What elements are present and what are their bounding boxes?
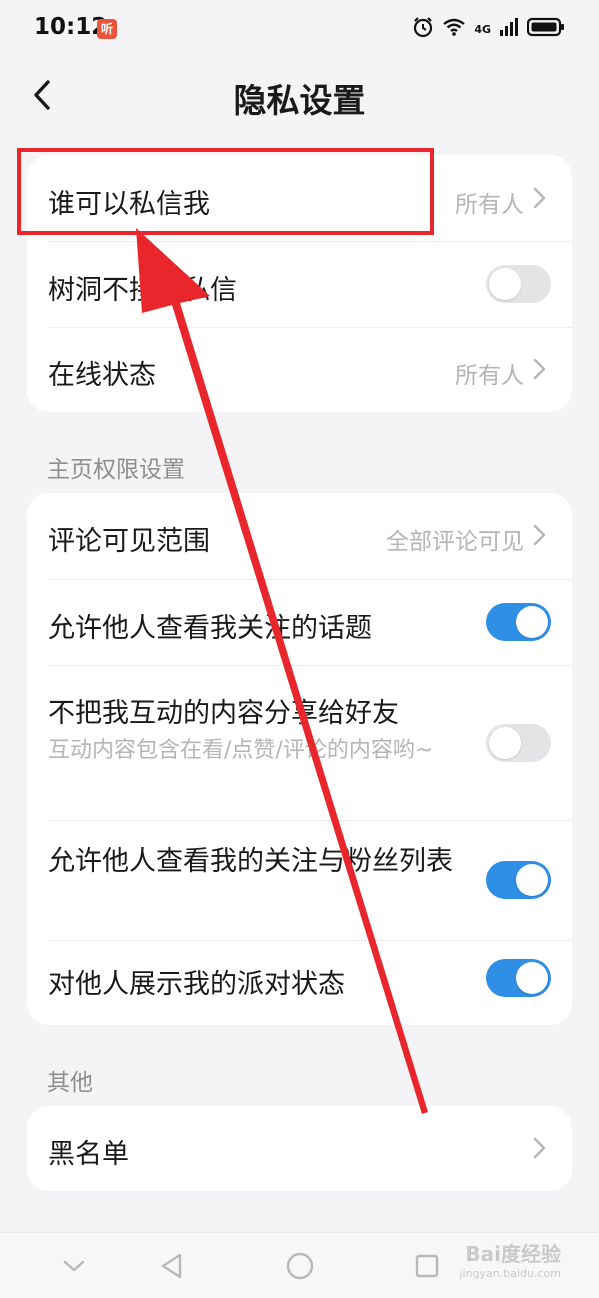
other-settings-card: 黑名单 xyxy=(27,1106,572,1191)
toggle-knob xyxy=(489,268,521,300)
home-circle-icon xyxy=(286,1252,314,1280)
page-title: 隐私设置 xyxy=(233,81,366,120)
back-triangle-icon xyxy=(161,1253,182,1279)
row-share-interactions: 不把我互动的内容分享给好友 互动内容包含在看/点赞/评论的内容哟~ xyxy=(27,665,572,820)
row-label: 允许他人查看我关注的话题 xyxy=(48,613,372,644)
battery-icon xyxy=(526,17,565,41)
row-treehole-messages: 树洞不接受私信 xyxy=(27,241,572,327)
row-followed-topics: 允许他人查看我关注的话题 xyxy=(27,579,572,665)
nav-hide-button[interactable] xyxy=(55,1247,93,1285)
chevron-right-icon xyxy=(533,524,546,546)
followed-topics-toggle[interactable] xyxy=(486,603,551,641)
row-label: 黑名单 xyxy=(48,1139,129,1170)
recents-square-icon xyxy=(415,1254,439,1278)
row-who-can-message[interactable]: 谁可以私信我 所有人 xyxy=(27,155,572,241)
row-comment-visibility[interactable]: 评论可见范围 全部评论可见 xyxy=(27,493,572,579)
status-indicators: 4G xyxy=(412,14,565,44)
chevron-right-icon xyxy=(533,187,546,209)
row-value: 所有人 xyxy=(455,192,524,218)
row-blacklist[interactable]: 黑名单 xyxy=(27,1106,572,1191)
system-nav-bar: Bai度经验 jingyan.baidu.com xyxy=(0,1232,599,1298)
wifi-icon xyxy=(442,17,466,41)
row-label: 对他人展示我的派对状态 xyxy=(48,969,345,1000)
watermark-url: jingyan.baidu.com xyxy=(459,1267,561,1280)
share-interactions-toggle[interactable] xyxy=(486,724,551,762)
homepage-settings-card: 评论可见范围 全部评论可见 允许他人查看我关注的话题 不把我互动的内容分享给好友… xyxy=(27,493,572,1025)
row-follow-lists: 允许他人查看我的关注与粉丝列表 xyxy=(27,820,572,940)
baidu-jingyan-watermark: Bai度经验 jingyan.baidu.com xyxy=(459,1238,561,1280)
network-type: 4G xyxy=(474,22,491,36)
alarm-icon xyxy=(412,16,434,42)
nav-recents-button[interactable] xyxy=(408,1247,446,1285)
signal-icon xyxy=(499,17,519,41)
nav-back-button[interactable] xyxy=(153,1247,191,1285)
status-bar: 10:12 听 4G xyxy=(0,0,599,58)
party-status-toggle[interactable] xyxy=(486,959,551,997)
section-title-homepage: 主页权限设置 xyxy=(47,457,185,483)
follow-lists-toggle[interactable] xyxy=(486,861,551,899)
nav-home-button[interactable] xyxy=(281,1247,319,1285)
row-label: 允许他人查看我的关注与粉丝列表 xyxy=(48,846,453,877)
chevron-right-icon xyxy=(533,358,546,380)
row-label: 树洞不接受私信 xyxy=(48,275,237,306)
row-label: 评论可见范围 xyxy=(48,526,210,557)
row-online-status[interactable]: 在线状态 所有人 xyxy=(27,327,572,412)
toggle-knob xyxy=(516,864,548,896)
row-value: 全部评论可见 xyxy=(386,529,524,555)
treehole-toggle[interactable] xyxy=(486,265,551,303)
toggle-knob xyxy=(516,606,548,638)
messaging-settings-card: 谁可以私信我 所有人 树洞不接受私信 在线状态 所有人 xyxy=(27,155,572,412)
section-title-other: 其他 xyxy=(47,1070,93,1096)
watermark-text: Bai度经验 xyxy=(465,1242,561,1266)
row-party-status: 对他人展示我的派对状态 xyxy=(27,940,572,1025)
chevron-down-icon xyxy=(63,1260,85,1272)
row-label: 谁可以私信我 xyxy=(48,189,210,220)
chevron-right-icon xyxy=(533,1137,546,1159)
row-label: 不把我互动的内容分享给好友 xyxy=(48,698,399,729)
row-sublabel: 互动内容包含在看/点赞/评论的内容哟~ xyxy=(48,738,434,763)
toggle-knob xyxy=(489,727,521,759)
row-value: 所有人 xyxy=(455,363,524,389)
page-header: 隐私设置 xyxy=(0,58,599,134)
row-label: 在线状态 xyxy=(48,360,156,391)
app-notification-icon: 听 xyxy=(97,19,117,39)
toggle-knob xyxy=(516,962,548,994)
